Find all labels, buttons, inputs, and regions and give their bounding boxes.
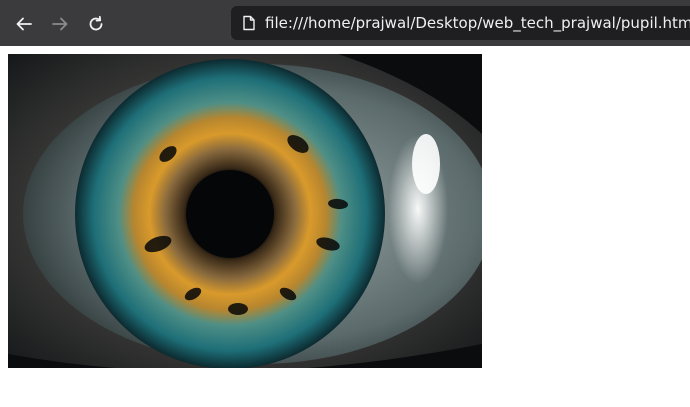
browser-toolbar: file:///home/prajwal/Desktop/web_tech_pr… [0,0,690,46]
forward-button[interactable] [48,12,72,36]
back-button[interactable] [12,12,36,36]
page-icon [243,15,255,31]
eye-illustration [8,54,482,368]
page-content [0,46,690,407]
reload-icon [89,15,103,31]
eye-closeup-photo [8,54,482,368]
reload-button[interactable] [84,12,108,36]
arrow-right-icon [52,17,68,31]
arrow-left-icon [16,17,32,31]
url-text[interactable]: file:///home/prajwal/Desktop/web_tech_pr… [265,13,690,33]
address-bar[interactable]: file:///home/prajwal/Desktop/web_tech_pr… [231,6,690,40]
